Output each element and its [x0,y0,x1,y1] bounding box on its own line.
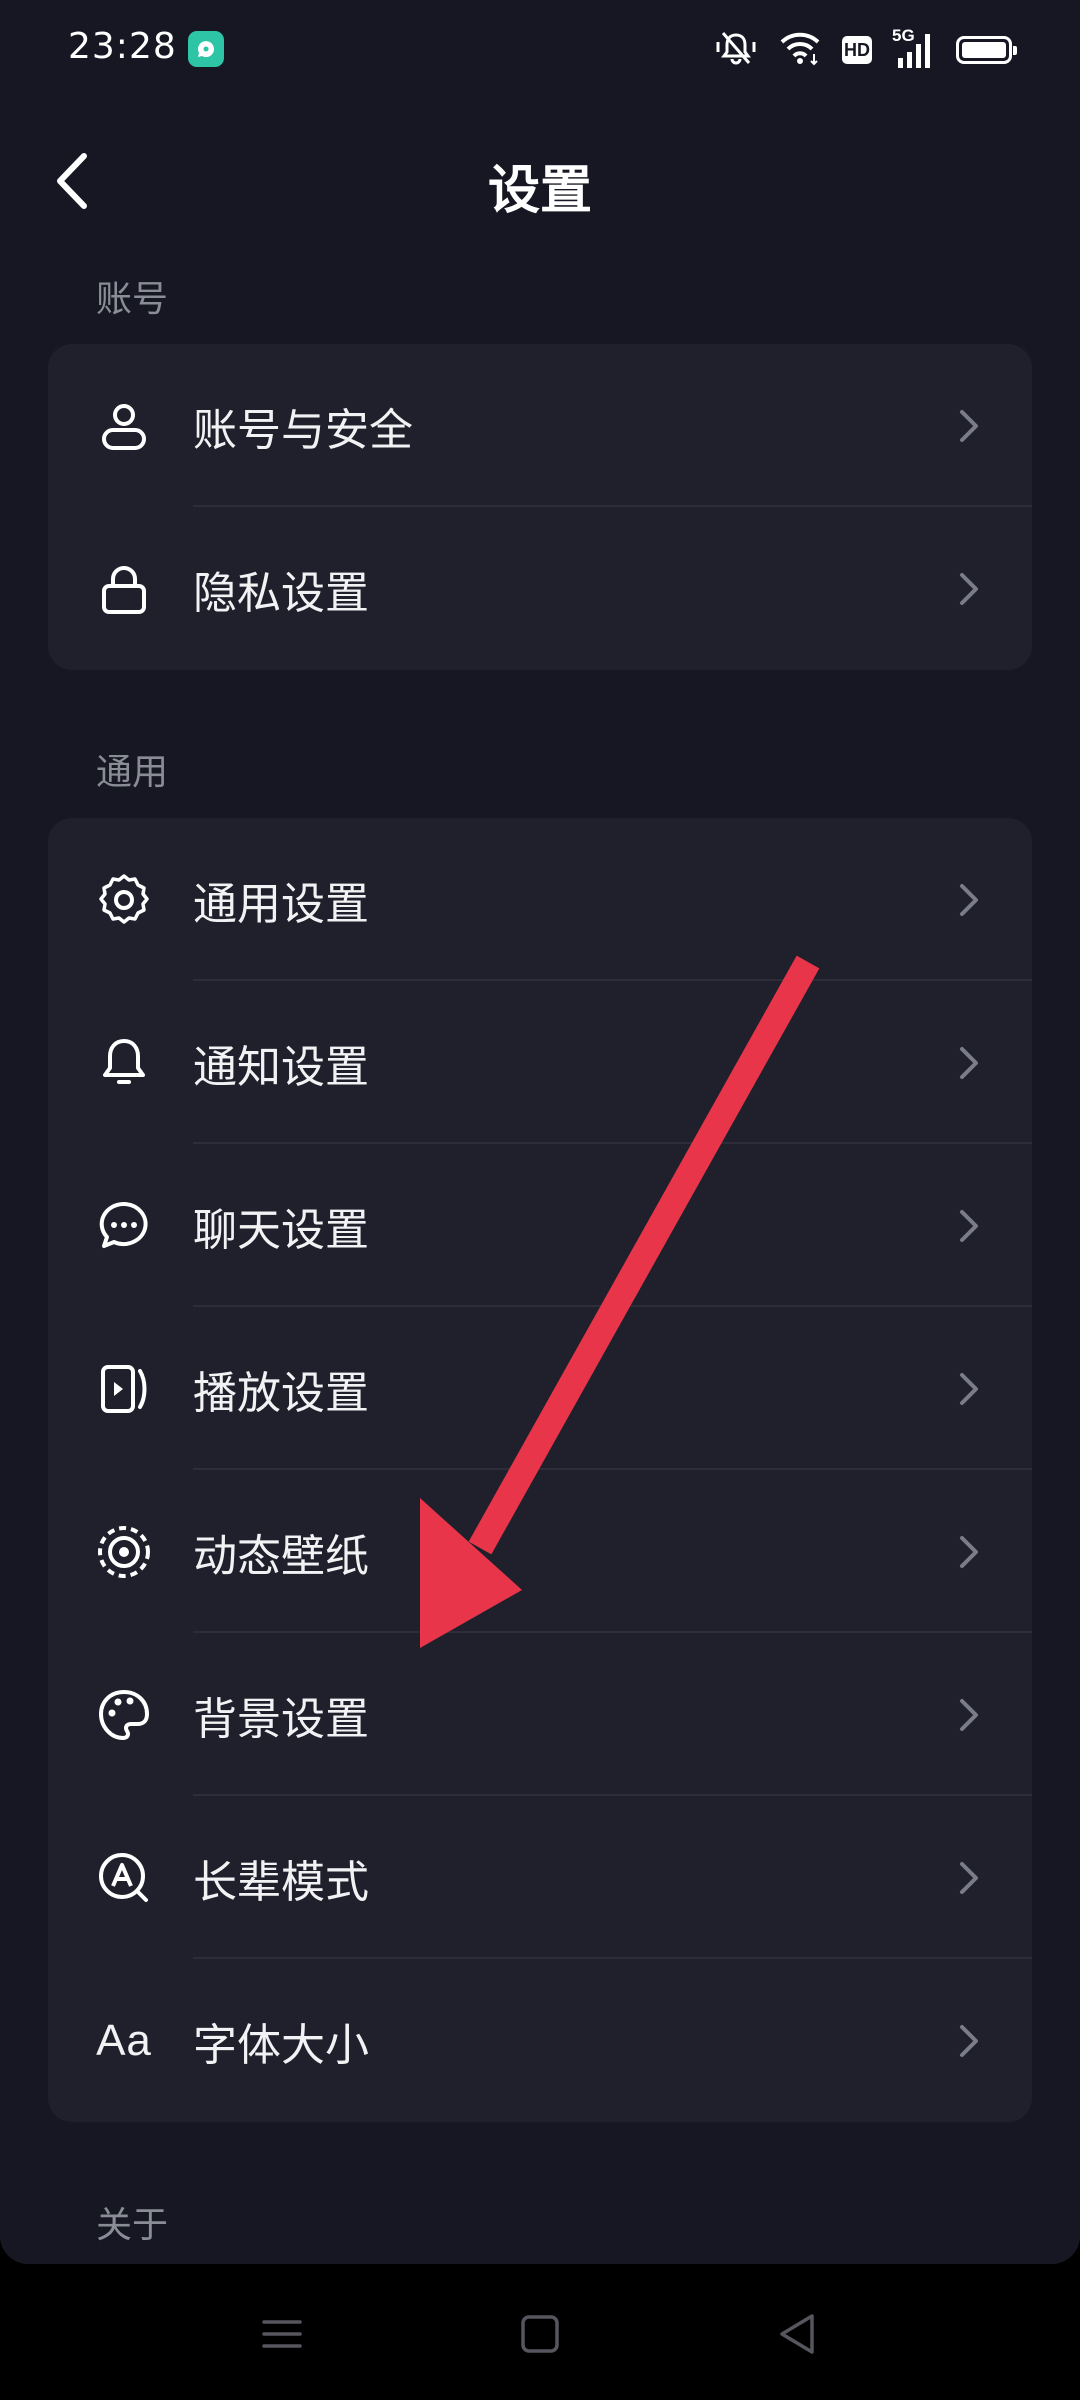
home-square-icon [521,2315,559,2353]
settings-screen: 23:28 HD 5G 设置 账号 账号与安全 隐私设置 通用 通用设置 通知设… [0,0,1080,2264]
annotation-arrow [420,955,820,1648]
home-button[interactable] [510,2304,570,2364]
back-triangle-icon [780,2314,814,2354]
back-nav-button[interactable] [768,2304,828,2364]
menu-button[interactable] [252,2304,312,2364]
navigation-bar [0,2264,1080,2400]
menu-icon [262,2320,302,2348]
